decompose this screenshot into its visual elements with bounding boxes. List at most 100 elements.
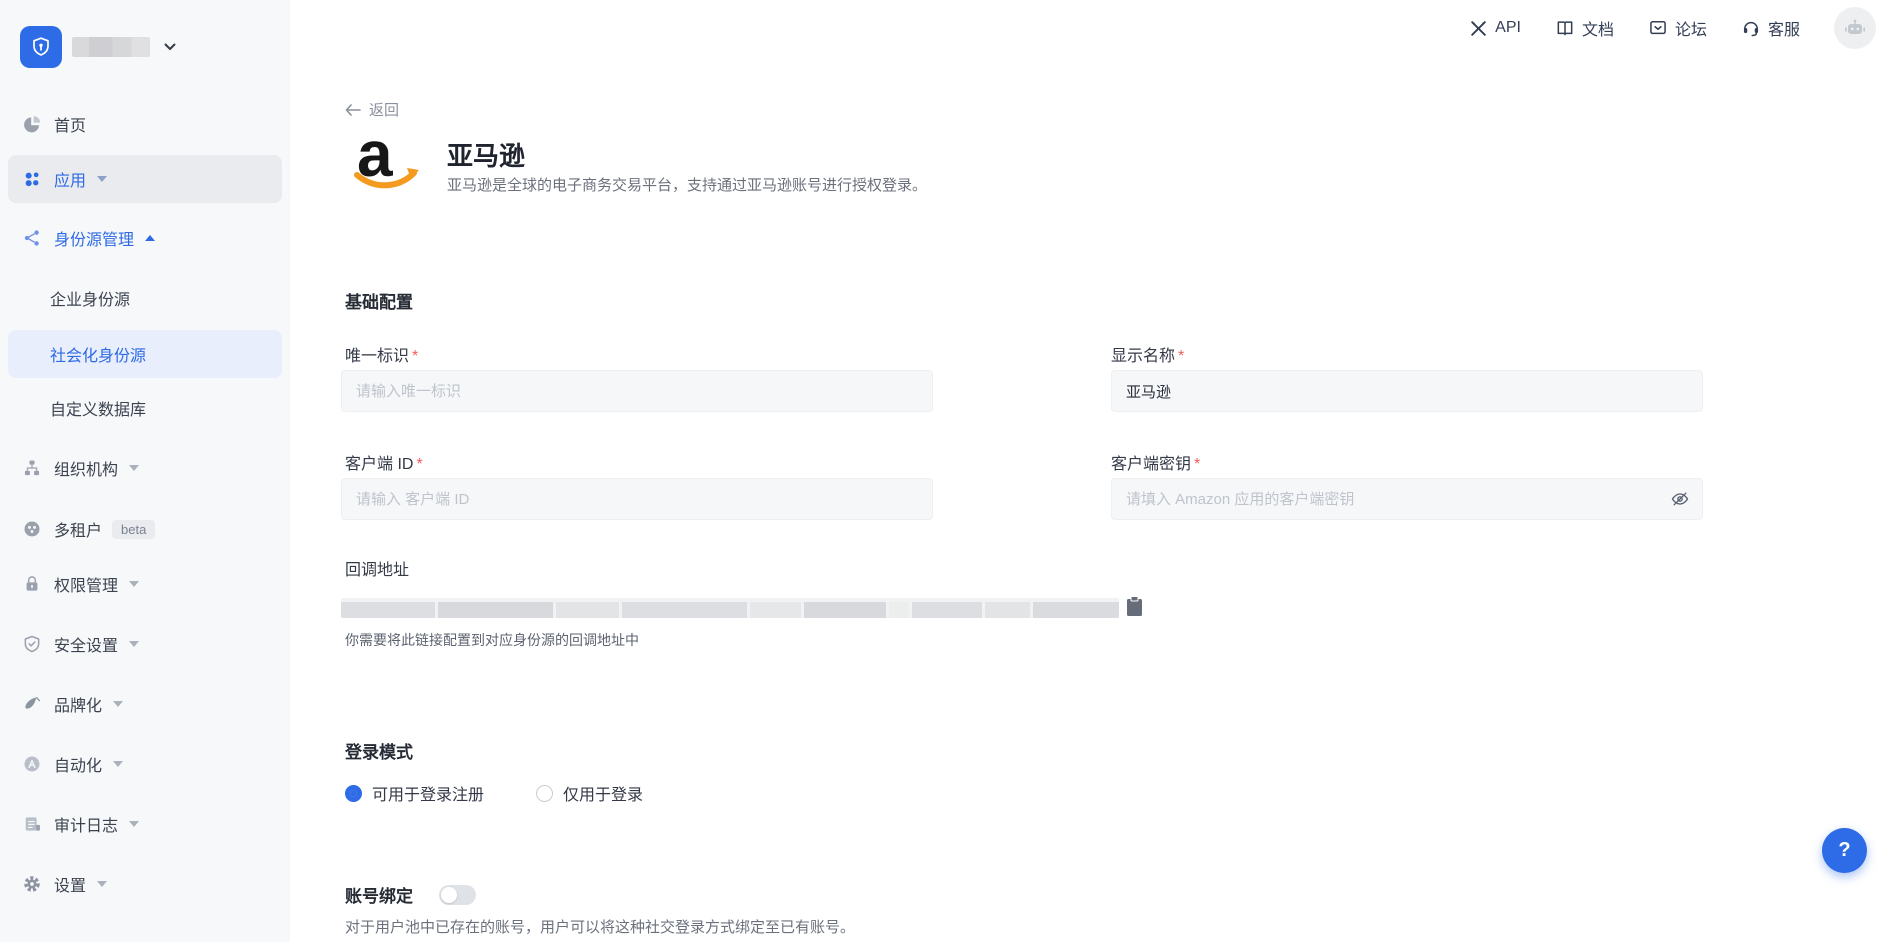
brand-shield-icon [20,26,62,68]
sidebar-item-security[interactable]: 安全设置 [0,622,290,666]
help-button[interactable]: ? [1822,828,1867,873]
eye-off-icon[interactable] [1670,489,1690,514]
sidebar-item-label: 权限管理 [54,572,118,596]
sidebar-item-settings[interactable]: 设置 [0,862,290,906]
client-id-label: 客户端 ID* [345,450,423,474]
back-label: 返回 [369,99,399,120]
tenants-icon [21,518,43,540]
radio-login-register[interactable]: 可用于登录注册 [345,781,484,805]
docs-link[interactable]: 文档 [1555,16,1614,40]
sidebar-item-label: 组织机构 [54,456,118,480]
chevron-down-icon [129,581,139,587]
sidebar-item-label: 设置 [54,872,86,896]
chevron-down-icon [113,761,123,767]
copy-icon[interactable] [1126,596,1143,622]
sidebar-item-enterprise-idp[interactable]: 企业身份源 [0,276,290,320]
page-title: 亚马逊 [447,136,525,173]
tools-icon [1469,19,1488,38]
sidebar-item-label: 自定义数据库 [50,396,146,420]
client-secret-label: 客户端密钥* [1111,450,1200,474]
page-description: 亚马逊是全球的电子商务交易平台，支持通过亚马逊账号进行授权登录。 [447,174,927,195]
amazon-logo: a [347,124,427,194]
radio-label: 可用于登录注册 [372,781,484,805]
chevron-up-icon [145,235,155,241]
app-root: 首页 应用 身份源管理 企业身份源 社会化身份源 自定义数据库 [0,0,1890,942]
sidebar-item-label: 审计日志 [54,812,118,836]
radio-label: 仅用于登录 [563,781,643,805]
topbar: API 文档 论坛 客服 [1469,0,1890,56]
automation-icon [21,753,43,775]
sidebar-item-home[interactable]: 首页 [0,102,290,146]
display-name-input[interactable] [1111,370,1703,412]
required-asterisk: * [1178,348,1184,365]
unique-id-label: 唯一标识* [345,342,418,366]
support-link[interactable]: 客服 [1741,16,1800,40]
forum-link[interactable]: 论坛 [1648,16,1707,40]
book-icon [1555,18,1575,38]
workspace-switcher[interactable] [20,24,176,70]
chevron-down-icon [113,701,123,707]
chevron-down-icon [129,465,139,471]
radio-selected-icon [345,785,362,802]
home-pie-icon [21,113,43,135]
callback-url-label: 回调地址 [345,556,409,580]
robot-icon [1843,16,1867,40]
back-arrow-icon [345,104,361,116]
chevron-down-icon [164,43,176,51]
sidebar-item-multi-tenant[interactable]: 多租户 beta [0,507,290,551]
forum-link-label: 论坛 [1675,16,1707,40]
section-login-mode: 登录模式 [345,738,413,763]
sidebar-item-label: 安全设置 [54,632,118,656]
sidebar-item-social-idp[interactable]: 社会化身份源 [8,330,282,378]
login-mode-options: 可用于登录注册 仅用于登录 [345,781,643,805]
client-secret-field [1111,478,1703,520]
docs-link-label: 文档 [1582,16,1614,40]
chevron-down-icon [97,176,107,182]
workspace-name-redacted [72,37,150,57]
sidebar-item-label: 社会化身份源 [50,342,146,366]
radio-login-only[interactable]: 仅用于登录 [536,781,643,805]
sidebar-item-branding[interactable]: 品牌化 [0,682,290,726]
api-link-label: API [1495,19,1521,37]
beta-badge: beta [112,520,155,539]
back-button[interactable]: 返回 [345,99,399,120]
avatar[interactable] [1834,7,1876,49]
sidebar-item-label: 企业身份源 [50,286,130,310]
section-basic-config: 基础配置 [345,288,413,313]
sidebar-item-custom-database[interactable]: 自定义数据库 [0,386,290,430]
api-link[interactable]: API [1469,19,1521,38]
display-name-label: 显示名称* [1111,342,1184,366]
sidebar-item-label: 身份源管理 [54,226,134,250]
sidebar-item-label: 多租户 [54,517,102,541]
sidebar-item-label: 自动化 [54,752,102,776]
account-binding-description: 对于用户池中已存在的账号，用户可以将这种社交登录方式绑定至已有账号。 [345,916,855,937]
apps-grid-icon [21,168,43,190]
account-binding-row: 账号绑定 [345,882,476,907]
unique-id-input[interactable] [341,370,933,412]
shield-check-icon [21,633,43,655]
sidebar-item-apps[interactable]: 应用 [8,155,282,203]
sidebar-item-label: 首页 [54,112,86,136]
sidebar-item-audit-log[interactable]: 审计日志 [0,802,290,846]
client-id-input[interactable] [341,478,933,520]
headset-icon [1741,18,1761,38]
required-asterisk: * [416,456,422,473]
share-nodes-icon [21,227,43,249]
support-link-label: 客服 [1768,16,1800,40]
brush-icon [21,693,43,715]
client-secret-input[interactable] [1111,478,1703,520]
sidebar-item-automation[interactable]: 自动化 [0,742,290,786]
sidebar-item-identity-sources[interactable]: 身份源管理 [0,216,290,260]
account-binding-toggle[interactable] [439,885,476,905]
lock-icon [21,573,43,595]
sidebar-item-organization[interactable]: 组织机构 [0,446,290,490]
chevron-down-icon [129,641,139,647]
chevron-down-icon [97,881,107,887]
sidebar: 首页 应用 身份源管理 企业身份源 社会化身份源 自定义数据库 [0,0,290,942]
callback-url-redacted [341,598,1119,618]
forum-icon [1648,18,1668,38]
required-asterisk: * [1194,456,1200,473]
sidebar-item-permissions[interactable]: 权限管理 [0,562,290,606]
section-account-binding: 账号绑定 [345,882,413,907]
required-asterisk: * [412,348,418,365]
